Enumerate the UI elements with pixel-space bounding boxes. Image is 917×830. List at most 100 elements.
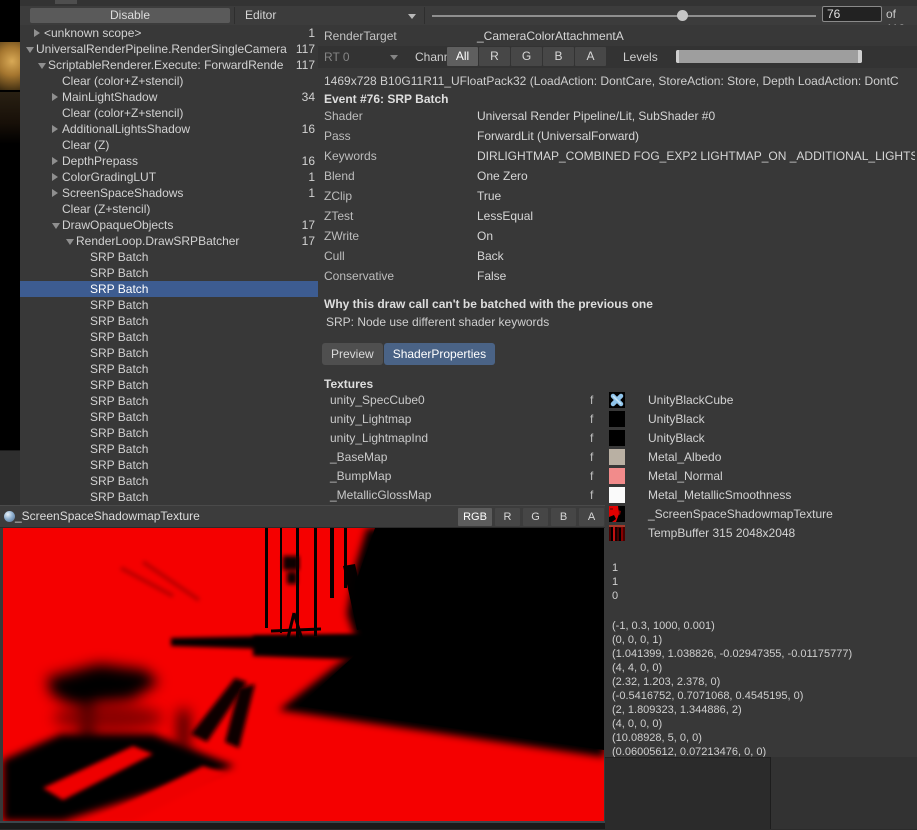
tree-row[interactable]: SRP Batch — [20, 473, 318, 489]
frame-slider[interactable] — [432, 6, 816, 25]
vector-value: (0.06005612, 0.07213476, 0, 0) — [612, 745, 912, 757]
tree-row-count: 1 — [308, 169, 315, 185]
rt-index-dropdown[interactable]: RT 0 — [324, 46, 404, 68]
foldout-closed-icon[interactable] — [52, 157, 58, 165]
frame-number-input[interactable]: 76 — [822, 6, 882, 22]
tree-row[interactable]: Clear (Z) — [20, 137, 318, 153]
frame-slider-thumb[interactable] — [677, 10, 688, 21]
preview-channel-button-a[interactable]: A — [579, 508, 604, 526]
tree-row[interactable]: Clear (color+Z+stencil) — [20, 73, 318, 89]
texture-type-flag: f — [590, 429, 593, 448]
foldout-closed-icon[interactable] — [34, 29, 40, 37]
tab-shaderproperties[interactable]: ShaderProperties — [384, 343, 495, 365]
tree-row[interactable]: SRP Batch — [20, 393, 318, 409]
disable-button[interactable]: Disable — [30, 8, 230, 23]
buffer-info-text: 1469x728 B10G11R11_UFloatPack32 (LoadAct… — [324, 73, 916, 89]
preview-channel-button-r[interactable]: R — [495, 508, 520, 526]
state-label: ZWrite — [324, 226, 359, 246]
texture-thumbnail-icon[interactable] — [609, 411, 625, 427]
preview-channel-button-b[interactable]: B — [551, 508, 576, 526]
channel-button-a[interactable]: A — [575, 47, 606, 66]
background-panel-sliver — [0, 450, 20, 506]
tree-row[interactable]: SRP Batch — [20, 361, 318, 377]
channel-button-r[interactable]: R — [479, 47, 510, 66]
preview-channel-button-rgb[interactable]: RGB — [458, 508, 492, 526]
batch-break-title: Why this draw call can't be batched with… — [324, 296, 916, 312]
foldout-open-icon[interactable] — [52, 223, 60, 229]
tree-row[interactable]: SRP Batch — [20, 345, 318, 361]
texture-thumbnail-icon[interactable] — [609, 468, 625, 484]
texture-row[interactable]: unity_LightmapfUnityBlack — [318, 410, 917, 429]
foldout-open-icon[interactable] — [26, 47, 34, 53]
texture-thumbnail-icon[interactable] — [609, 392, 625, 408]
preview-title: _ScreenSpaceShadowmapTexture — [15, 506, 200, 527]
vector-value: (-0.5416752, 0.7071068, 0.4545195, 0) — [612, 689, 912, 703]
tree-row[interactable]: SRP Batch — [20, 457, 318, 473]
tree-row[interactable]: AdditionalLightsShadow16 — [20, 121, 318, 137]
preview-channel-buttons: RGBRGBA — [458, 508, 604, 526]
tree-row[interactable]: Clear (Z+stencil) — [20, 201, 318, 217]
foldout-closed-icon[interactable] — [52, 173, 58, 181]
tree-row[interactable]: SRP Batch — [20, 329, 318, 345]
texture-row[interactable]: _BumpMapfMetal_Normal — [318, 467, 917, 486]
tree-row[interactable]: SRP Batch — [20, 297, 318, 313]
tree-row[interactable]: SRP Batch — [20, 377, 318, 393]
tree-row[interactable]: ScriptableRenderer.Execute: ForwardRende… — [20, 57, 318, 73]
vector-value: (-1, 0.3, 1000, 0.001) — [612, 619, 912, 633]
texture-thumbnail-icon[interactable] — [609, 525, 625, 541]
tree-row[interactable]: SRP Batch — [20, 425, 318, 441]
tab-preview[interactable]: Preview — [322, 343, 383, 365]
tree-row[interactable]: MainLightShadow34 — [20, 89, 318, 105]
tree-row[interactable]: SRP Batch — [20, 281, 318, 297]
target-selector-dropdown[interactable]: Editor — [237, 8, 422, 23]
render-target-label: RenderTarget — [324, 28, 397, 44]
textures-section-header: Textures — [324, 376, 373, 392]
chevron-down-icon — [390, 55, 398, 60]
tree-row[interactable]: DrawOpaqueObjects17 — [20, 217, 318, 233]
shadowmap-preview-image — [3, 528, 604, 821]
texture-asset-name: Metal_Normal — [648, 467, 723, 486]
shader-state-row: ShaderUniversal Render Pipeline/Lit, Sub… — [318, 106, 917, 126]
tree-row[interactable]: SRP Batch — [20, 249, 318, 265]
tree-row[interactable]: RenderLoop.DrawSRPBatcher17 — [20, 233, 318, 249]
tree-row[interactable]: ScreenSpaceShadows1 — [20, 185, 318, 201]
channel-button-all[interactable]: All — [447, 47, 478, 66]
preview-channel-button-g[interactable]: G — [523, 508, 548, 526]
tree-row[interactable]: Clear (color+Z+stencil) — [20, 105, 318, 121]
tree-row[interactable]: SRP Batch — [20, 489, 318, 505]
tree-row[interactable]: <unknown scope>1 — [20, 25, 318, 41]
texture-row[interactable]: _BaseMapfMetal_Albedo — [318, 448, 917, 467]
texture-sphere-icon — [4, 511, 15, 522]
texture-row[interactable]: unity_LightmapIndfUnityBlack — [318, 429, 917, 448]
tree-row[interactable]: UniversalRenderPipeline.RenderSingleCame… — [20, 41, 318, 57]
tree-row[interactable]: ColorGradingLUT1 — [20, 169, 318, 185]
preview-titlebar[interactable]: _ScreenSpaceShadowmapTexture RGBRGBA — [0, 506, 605, 528]
tree-row-count: 34 — [302, 89, 315, 105]
tree-row[interactable]: SRP Batch — [20, 441, 318, 457]
foldout-closed-icon[interactable] — [52, 189, 58, 197]
tree-row[interactable]: SRP Batch — [20, 313, 318, 329]
tree-row-label: SRP Batch — [90, 265, 292, 281]
tree-row[interactable]: SRP Batch — [20, 409, 318, 425]
vector-value: (10.08928, 5, 0, 0) — [612, 731, 912, 745]
texture-thumbnail-icon[interactable] — [609, 487, 625, 503]
levels-range-slider[interactable] — [676, 50, 862, 63]
texture-row[interactable]: _MetallicGlossMapfMetal_MetallicSmoothne… — [318, 486, 917, 505]
foldout-closed-icon[interactable] — [52, 93, 58, 101]
foldout-closed-icon[interactable] — [52, 125, 58, 133]
batch-break-reason: SRP: Node use different shader keywords — [326, 314, 917, 330]
texture-row[interactable]: unity_SpecCube0fUnityBlackCube — [318, 391, 917, 410]
rt-index-label: RT 0 — [324, 50, 350, 64]
frame-slider-track[interactable] — [432, 15, 816, 17]
window-bottom-edge — [0, 822, 605, 829]
foldout-open-icon[interactable] — [66, 239, 74, 245]
channel-button-b[interactable]: B — [543, 47, 574, 66]
texture-thumbnail-icon[interactable] — [609, 506, 625, 522]
tree-row[interactable]: SRP Batch — [20, 265, 318, 281]
texture-thumbnail-icon[interactable] — [609, 430, 625, 446]
foldout-open-icon[interactable] — [38, 63, 46, 69]
texture-thumbnail-icon[interactable] — [609, 449, 625, 465]
tree-row[interactable]: DepthPrepass16 — [20, 153, 318, 169]
tree-row-count: 117 — [296, 57, 315, 73]
channel-button-g[interactable]: G — [511, 47, 542, 66]
